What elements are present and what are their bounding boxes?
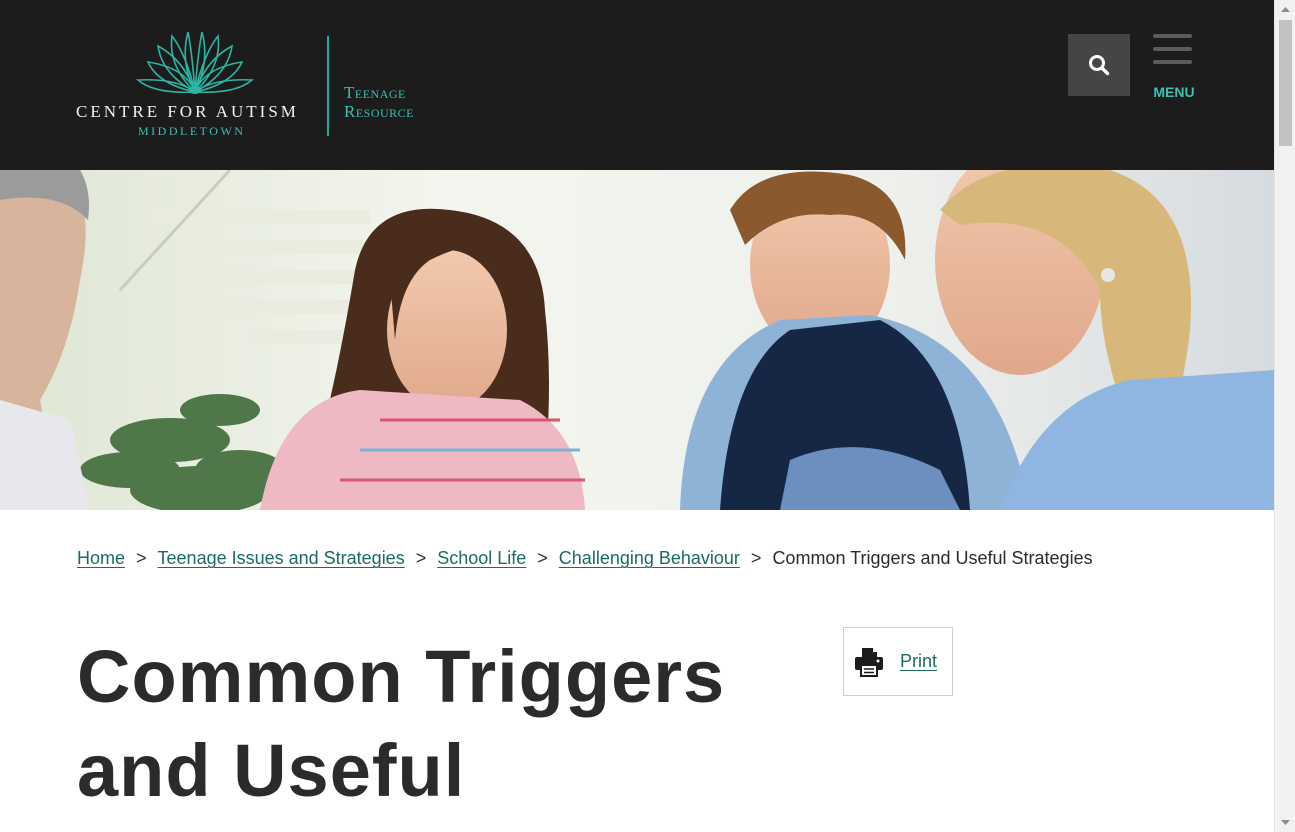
- menu-button[interactable]: MENU: [1148, 32, 1200, 104]
- hamburger-icon-bar: [1153, 47, 1192, 51]
- breadcrumb-separator: >: [415, 548, 427, 568]
- print-button[interactable]: Print: [843, 627, 953, 696]
- page-title: Common Triggers and Useful: [77, 630, 797, 818]
- hamburger-icon-bar: [1153, 60, 1192, 64]
- search-icon: [1089, 55, 1110, 76]
- page-title-line-2: and Useful: [77, 729, 466, 812]
- page: CENTRE FOR AUTISM MIDDLETOWN Teenage Res…: [0, 0, 1274, 832]
- site-header: CENTRE FOR AUTISM MIDDLETOWN Teenage Res…: [0, 0, 1274, 170]
- logo-section-line-1: Teenage: [344, 83, 406, 102]
- scrollbar-thumb[interactable]: [1279, 20, 1292, 146]
- logo-divider: [327, 36, 329, 136]
- print-label: Print: [900, 651, 938, 671]
- breadcrumb: Home > Teenage Issues and Strategies > Schoo…: [77, 548, 1093, 569]
- breadcrumb-separator: >: [136, 548, 147, 568]
- breadcrumb-challenging-behaviour-link[interactable]: Challenging Behaviour: [559, 548, 740, 568]
- logo-organisation-name: CENTRE FOR AUTISM: [76, 102, 299, 121]
- breadcrumb-school-life-link[interactable]: School Life: [437, 548, 526, 568]
- breadcrumb-separator: >: [750, 548, 762, 568]
- site-logo-link[interactable]: CENTRE FOR AUTISM MIDDLETOWN Teenage Res…: [76, 32, 436, 142]
- page-title-line-1: Common Triggers: [77, 635, 726, 718]
- menu-label: MENU: [1153, 84, 1195, 100]
- hero-image: [0, 170, 1274, 510]
- hero-photo: [0, 170, 1274, 510]
- vertical-scrollbar[interactable]: [1274, 0, 1295, 832]
- breadcrumb-teenage-issues-link[interactable]: Teenage Issues and Strategies: [158, 548, 405, 568]
- printer-icon: [855, 648, 883, 677]
- scroll-up-arrow-icon[interactable]: [1275, 0, 1295, 20]
- logo-location: MIDDLETOWN: [138, 124, 246, 138]
- breadcrumb-current-page: Common Triggers and Useful Strategies: [772, 548, 1093, 568]
- logo-section-title: Teenage Resource: [344, 83, 414, 121]
- peacock-fan-logo-icon: [136, 32, 254, 94]
- breadcrumb-home-link[interactable]: Home: [77, 548, 125, 568]
- logo-section-line-2: Resource: [344, 102, 415, 121]
- hamburger-icon: [1153, 34, 1192, 38]
- breadcrumb-separator: >: [537, 548, 548, 568]
- search-button[interactable]: [1068, 34, 1130, 96]
- scroll-down-arrow-icon[interactable]: [1275, 812, 1295, 832]
